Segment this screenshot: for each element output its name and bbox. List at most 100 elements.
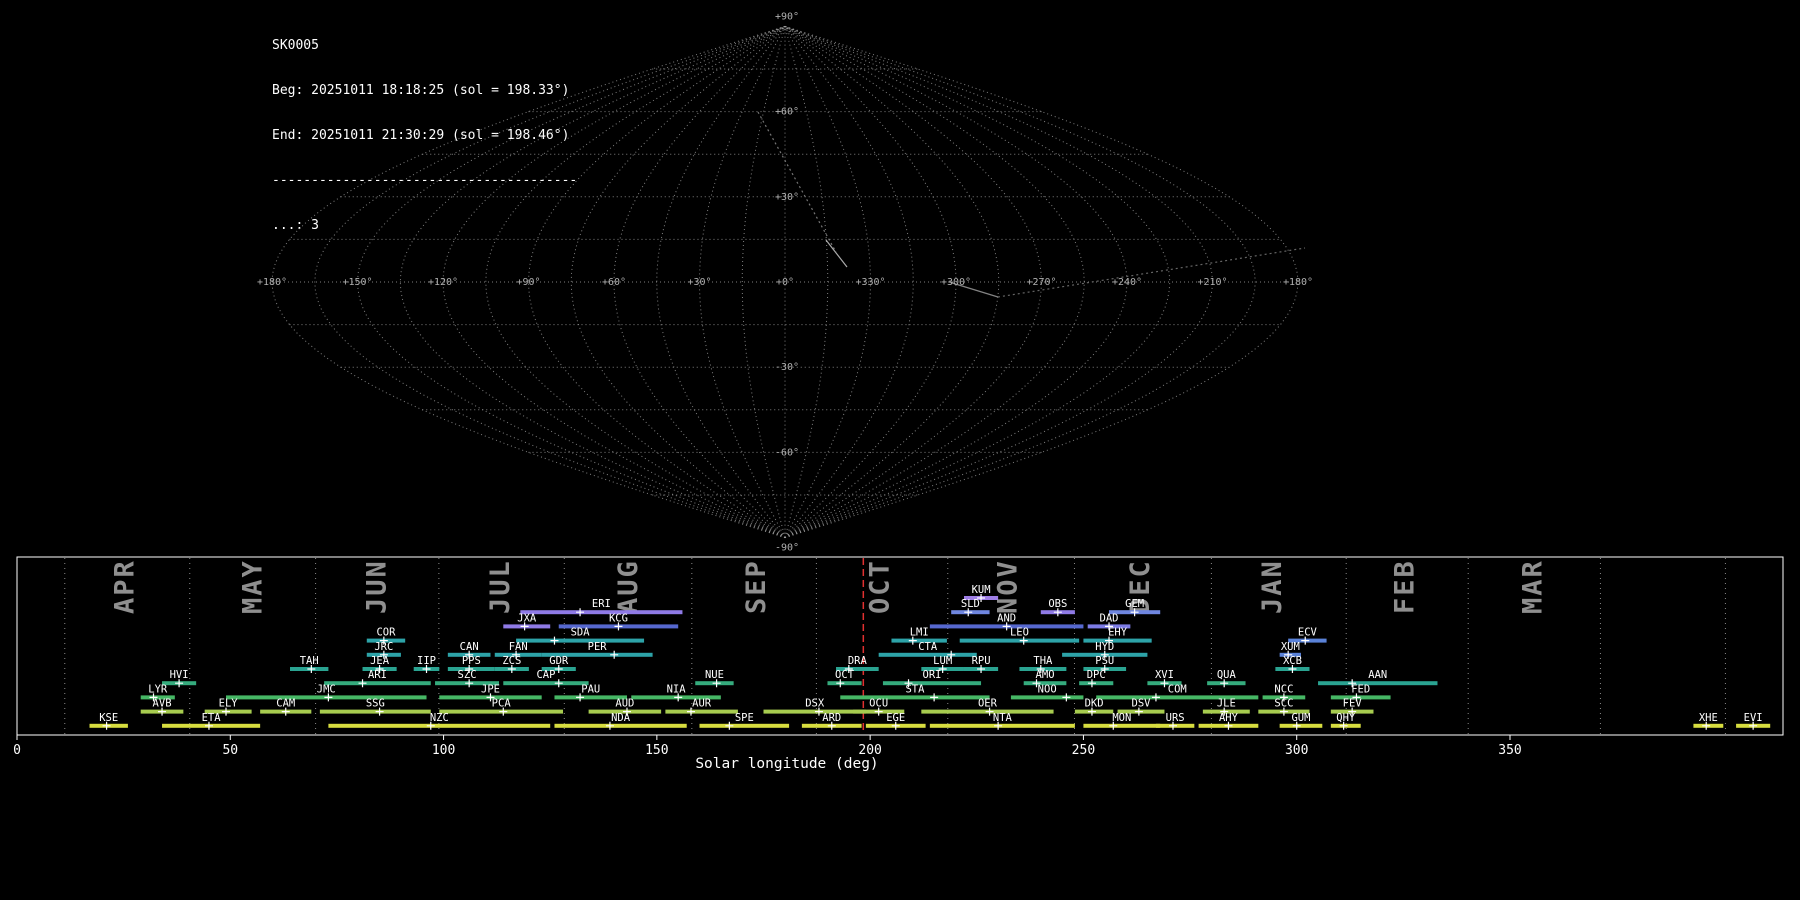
shower-label: JEA bbox=[370, 655, 390, 667]
axis-tick-label: 300 bbox=[1285, 743, 1308, 758]
shower-label: DAD bbox=[1100, 612, 1119, 624]
shower-label: THA bbox=[1033, 655, 1053, 667]
shower-label: SDA bbox=[571, 627, 591, 639]
shower-label: OER bbox=[978, 698, 998, 710]
shower-label: NDA bbox=[611, 712, 631, 724]
shower-label: AND bbox=[997, 612, 1016, 624]
shower-bar bbox=[882, 681, 982, 686]
shower-label: NTA bbox=[993, 712, 1013, 724]
longitude-label: +300° bbox=[941, 277, 971, 288]
month-label: JUN bbox=[361, 559, 392, 614]
shower-label: MON bbox=[1112, 712, 1131, 724]
shower-label: DSX bbox=[805, 698, 825, 710]
shower-peak-marker bbox=[725, 721, 734, 730]
longitude-label: +270° bbox=[1026, 277, 1056, 288]
shower-label: LUM bbox=[933, 655, 952, 667]
shower-label: NIA bbox=[667, 683, 687, 695]
longitude-label: +30° bbox=[687, 277, 711, 288]
shower-label: JMC bbox=[317, 683, 336, 695]
shower-peak-marker bbox=[550, 636, 559, 645]
shower-label: HYD bbox=[1095, 641, 1114, 653]
shower-label: SZC bbox=[458, 669, 477, 681]
shower-label: LMI bbox=[910, 627, 929, 639]
shower-label: IIP bbox=[417, 655, 436, 667]
longitude-label: +240° bbox=[1112, 277, 1142, 288]
shower-peak-marker bbox=[930, 693, 939, 702]
activity-timeline: APR MAY JUN JUL AUG SEP OCT NOV DEC JAN FEB MARKUME… bbox=[13, 556, 1784, 772]
month-label: NOV bbox=[993, 559, 1024, 614]
shower-label: DPC bbox=[1087, 669, 1106, 681]
shower-label: LEO bbox=[1010, 627, 1029, 639]
axis-tick-label: 50 bbox=[222, 743, 238, 758]
longitude-label: +90° bbox=[516, 277, 540, 288]
shower-label: JLE bbox=[1217, 698, 1236, 710]
graticule-meridian bbox=[784, 25, 1043, 539]
shower-label: JXA bbox=[517, 612, 537, 624]
shower-label: GUM bbox=[1291, 712, 1310, 724]
shower-label: SPE bbox=[735, 712, 754, 724]
latitude-label: +60° bbox=[775, 107, 799, 118]
latitude-label: -30° bbox=[775, 362, 799, 373]
sky-map: +180° +150° +120° +90° +60° +30° +0° +330° +300°… bbox=[257, 11, 1313, 554]
longitude-label: +60° bbox=[602, 277, 626, 288]
shower-bar bbox=[554, 723, 687, 728]
shower-bar bbox=[503, 681, 589, 686]
shower-label: ARD bbox=[822, 712, 841, 724]
shower-label: EHY bbox=[1108, 627, 1128, 639]
shower-bar bbox=[1010, 695, 1084, 700]
shower-label: NUE bbox=[705, 669, 724, 681]
meteor-track bbox=[825, 239, 848, 268]
shower-peak-marker bbox=[1062, 693, 1071, 702]
shower-label: KCG bbox=[609, 612, 628, 624]
shower-label: SSG bbox=[366, 698, 385, 710]
shower-label: DRA bbox=[848, 655, 868, 667]
longitude-label: +120° bbox=[428, 277, 458, 288]
shower-label: TAH bbox=[300, 655, 319, 667]
shower-label: CAP bbox=[536, 669, 555, 681]
shower-bar bbox=[878, 652, 977, 657]
shower-label: DSV bbox=[1132, 698, 1152, 710]
shower-bar bbox=[1083, 723, 1161, 728]
shower-label: RPU bbox=[972, 655, 991, 667]
longitude-label: +210° bbox=[1197, 277, 1227, 288]
meteor-track bbox=[757, 111, 837, 253]
shower-label: ORI bbox=[923, 669, 942, 681]
shower-label: CTA bbox=[918, 641, 938, 653]
shower-label: FAN bbox=[509, 641, 528, 653]
shower-label: EGE bbox=[886, 712, 905, 724]
shower-label: NCC bbox=[1274, 683, 1293, 695]
axis-tick-label: 150 bbox=[645, 743, 668, 758]
shower-label: ZCS bbox=[502, 655, 521, 667]
shower-bar bbox=[929, 723, 1075, 728]
month-label: APR bbox=[110, 559, 141, 614]
graticule-meridian bbox=[314, 25, 786, 539]
shower-label: GDR bbox=[549, 655, 569, 667]
latitude-label: -90° bbox=[775, 543, 799, 554]
shower-label: AHY bbox=[1219, 712, 1239, 724]
axis-tick-label: 250 bbox=[1072, 743, 1095, 758]
longitude-label: +180° bbox=[257, 277, 287, 288]
shower-label: ARI bbox=[368, 669, 387, 681]
month-label: AUG bbox=[613, 559, 644, 614]
shower-label: KSE bbox=[99, 712, 118, 724]
shower-label: XVI bbox=[1155, 669, 1174, 681]
shower-label: STA bbox=[905, 683, 925, 695]
shower-peak-marker bbox=[610, 650, 619, 659]
shower-bar bbox=[324, 681, 431, 686]
shower-label: COR bbox=[376, 627, 396, 639]
meteor-track bbox=[997, 247, 1306, 298]
shower-bar bbox=[959, 638, 1080, 643]
shower-label: JRC bbox=[374, 641, 393, 653]
month-label: OCT bbox=[865, 559, 896, 614]
shower-label: PCA bbox=[492, 698, 512, 710]
shower-label: QUA bbox=[1217, 669, 1237, 681]
shower-bar bbox=[1279, 723, 1323, 728]
shower-label: XUM bbox=[1281, 641, 1300, 653]
axis-tick-label: 0 bbox=[13, 743, 21, 758]
shower-label: NOO bbox=[1038, 683, 1057, 695]
shower-bar bbox=[827, 681, 862, 686]
shower-label: OBS bbox=[1048, 598, 1067, 610]
shower-bar bbox=[1079, 681, 1114, 686]
shower-label: FEV bbox=[1343, 698, 1363, 710]
latitude-label: -60° bbox=[775, 447, 799, 458]
